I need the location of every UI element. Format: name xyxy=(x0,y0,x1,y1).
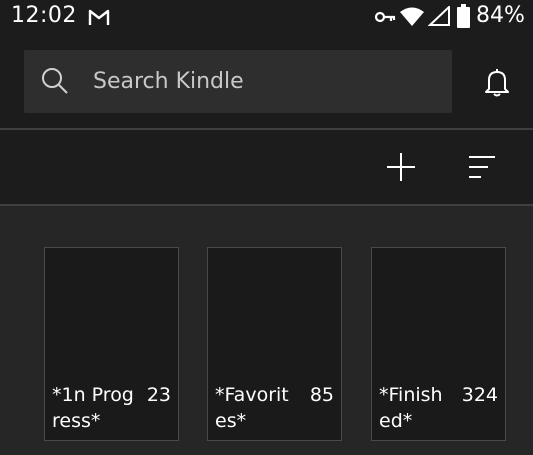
cell-signal-icon xyxy=(428,6,450,26)
sort-filter-icon[interactable] xyxy=(466,152,498,182)
wifi-icon xyxy=(400,7,424,26)
collection-count: 85 xyxy=(309,384,334,406)
collection-tile-finished[interactable]: *Finish ed* 324 xyxy=(371,247,506,441)
collection-title: *1n Prog ress* xyxy=(52,384,134,432)
collections-toolbar xyxy=(0,130,533,204)
vpn-key-icon xyxy=(374,11,396,23)
search-input[interactable] xyxy=(93,50,438,113)
collection-count: 324 xyxy=(461,384,498,406)
add-icon[interactable] xyxy=(384,150,418,184)
status-bar: 12:02 84% xyxy=(0,0,533,34)
toolbar-divider xyxy=(0,204,533,206)
collection-title: *Favorit es* xyxy=(215,384,289,432)
battery-icon xyxy=(457,4,470,28)
collection-tile-in-progress[interactable]: *1n Prog ress* 23 xyxy=(44,247,179,441)
app-top-bar xyxy=(0,34,533,128)
bell-icon[interactable] xyxy=(480,65,514,99)
collection-title: *Finish ed* xyxy=(379,384,443,432)
gmail-icon xyxy=(88,9,110,25)
battery-percentage: 84% xyxy=(476,3,525,28)
collection-count: 23 xyxy=(146,384,171,406)
status-time: 12:02 xyxy=(11,3,77,28)
search-box[interactable] xyxy=(24,50,452,113)
collection-tile-favorites[interactable]: *Favorit es* 85 xyxy=(207,247,342,441)
search-icon xyxy=(42,68,68,94)
